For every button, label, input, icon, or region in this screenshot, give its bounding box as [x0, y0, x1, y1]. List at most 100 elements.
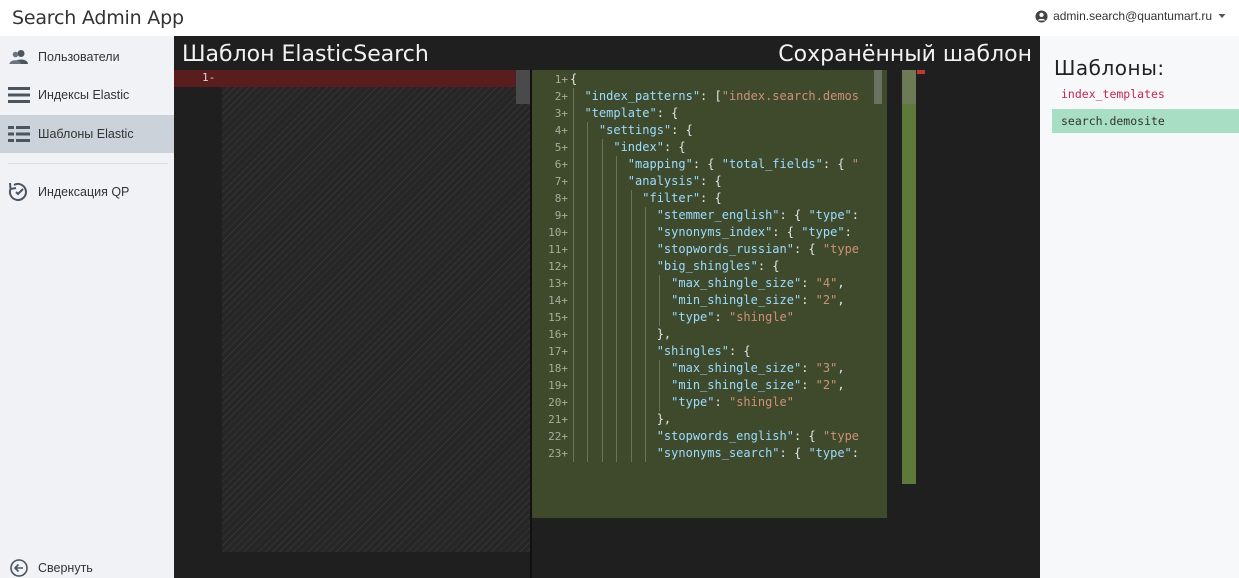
sidebar-collapse-button[interactable]: Свернуть [0, 553, 174, 578]
sidebar-item-label: Шаблоны Elastic [38, 127, 134, 141]
code-line[interactable]: 20+ "type": "shingle" [532, 394, 887, 411]
code-text: "min_shingle_size": "2", [671, 293, 845, 307]
collapse-label: Свернуть [38, 561, 93, 575]
indent-guide [616, 207, 618, 224]
line-number: 12+ [548, 260, 568, 273]
code-line[interactable]: 8+ "filter": { [532, 190, 887, 207]
indent-guide [645, 360, 646, 377]
line-number: 10+ [548, 226, 568, 239]
indent-guide [601, 292, 603, 309]
indent-guide [573, 105, 574, 122]
line-number: 22+ [548, 430, 568, 443]
code-line[interactable]: 9+ "stemmer_english": { "type": [532, 207, 887, 224]
code-line[interactable]: 10+ "synonyms_index": { "type": [532, 224, 887, 241]
indent-guide [587, 190, 589, 207]
code-text: "type": "shingle" [671, 395, 794, 409]
code-line[interactable]: 4+ "settings": { [532, 122, 887, 139]
code-line[interactable]: 21+ }, [532, 411, 887, 428]
indent-guide [573, 360, 574, 377]
indent-guide [587, 258, 589, 275]
indent-guide [601, 241, 603, 258]
indent-guide [616, 190, 618, 207]
indent-guide [630, 241, 632, 258]
line-number: 4+ [554, 124, 568, 137]
line-number: 8+ [554, 192, 568, 205]
indent-guide [616, 309, 618, 326]
code-line[interactable]: 17+ "shingles": { [532, 343, 887, 360]
sidebar-item-label: Пользователи [38, 50, 120, 64]
line-number: 17+ [548, 345, 568, 358]
code-line[interactable]: 14+ "min_shingle_size": "2", [532, 292, 887, 309]
sidebar-item-elastic-templates[interactable]: Шаблоны Elastic [0, 115, 174, 153]
indent-guide [616, 360, 618, 377]
code-line[interactable]: 2+ "index_patterns": ["index.search.demo… [532, 88, 887, 105]
code-line[interactable]: 3+ "template": { [532, 105, 887, 122]
template-item-search-demosite[interactable]: search.demosite [1052, 109, 1239, 133]
templates-title: Шаблоны: [1054, 56, 1165, 80]
code-text: "index_patterns": ["index.search.demos [584, 89, 860, 103]
sidebar-item-qp-indexing[interactable]: Индексация QP [0, 173, 174, 211]
template-item-index-templates[interactable]: index_templates [1052, 82, 1239, 106]
code-line[interactable]: 15+ "type": "shingle" [532, 309, 887, 326]
indent-guide [573, 428, 574, 445]
line-number: 15+ [548, 311, 568, 324]
code-text: "synonyms_index": { "type": [656, 225, 852, 239]
indent-guide [645, 377, 646, 394]
indent-guide [616, 224, 618, 241]
line-number: 1- [202, 71, 216, 84]
indent-guide [601, 275, 603, 292]
code-line[interactable]: 7+ "analysis": { [532, 173, 887, 190]
sidebar-item-users[interactable]: Пользователи [0, 38, 174, 76]
diff-editor: Шаблон ElasticSearch Сохранённый шаблон … [174, 36, 1040, 578]
code-line[interactable]: 23+ "synonyms_search": { "type": [532, 445, 887, 462]
user-email: admin.search@quantumart.ru [1053, 9, 1212, 23]
indent-guide [587, 173, 589, 190]
indent-guide [601, 326, 603, 343]
indent-guide [659, 394, 661, 411]
indent-guide [587, 309, 589, 326]
line-number: 18+ [548, 362, 568, 375]
modified-pane[interactable]: 1+{2+ "index_patterns": ["index.search.d… [532, 70, 1040, 578]
line-number: 7+ [554, 175, 568, 188]
indent-guide [573, 156, 574, 173]
code-line[interactable]: 19+ "min_shingle_size": "2", [532, 377, 887, 394]
code-view[interactable]: 1+{2+ "index_patterns": ["index.search.d… [532, 70, 887, 518]
indent-guide [573, 343, 574, 360]
right-scrollbar[interactable] [902, 70, 916, 104]
indent-guide [573, 224, 574, 241]
sync-clock-icon [0, 182, 38, 202]
editor-right-title: Сохранённый шаблон [778, 42, 1032, 67]
code-text: "shingles": { [656, 344, 751, 358]
indent-guide [587, 411, 589, 428]
code-line[interactable]: 12+ "big_shingles": { [532, 258, 887, 275]
code-line[interactable]: 6+ "mapping": { "total_fields": { " [532, 156, 887, 173]
code-line[interactable]: 22+ "stopwords_english": { "type [532, 428, 887, 445]
indent-guide [645, 428, 646, 445]
code-line[interactable]: 13+ "max_shingle_size": "4", [532, 275, 887, 292]
code-line[interactable]: 5+ "index": { [532, 139, 887, 156]
code-line[interactable]: 18+ "max_shingle_size": "3", [532, 360, 887, 377]
code-line[interactable]: 16+ }, [532, 326, 887, 343]
indent-guide [630, 292, 632, 309]
indent-guide [601, 190, 603, 207]
sidebar-item-elastic-indexes[interactable]: Индексы Elastic [0, 76, 174, 114]
code-text: }, [570, 412, 672, 426]
line-number: 16+ [548, 328, 568, 341]
indent-guide [573, 88, 574, 105]
app-title[interactable]: Search Admin App [12, 7, 184, 29]
indent-guide [573, 122, 574, 139]
indent-guide [587, 326, 589, 343]
original-pane[interactable]: 1- [174, 70, 530, 578]
left-scrollbar[interactable] [516, 70, 530, 104]
indent-guide [601, 394, 603, 411]
user-menu[interactable]: admin.search@quantumart.ru [1035, 9, 1227, 23]
indent-guide [616, 326, 618, 343]
code-line[interactable]: 11+ "stopwords_russian": { "type [532, 241, 887, 258]
code-line[interactable]: 1+{ [532, 71, 887, 88]
minimap-slider[interactable] [874, 70, 882, 104]
indent-guide [587, 241, 589, 258]
indent-guide [616, 275, 618, 292]
indent-guide [601, 156, 603, 173]
indent-guide [587, 224, 589, 241]
indent-guide [601, 309, 603, 326]
